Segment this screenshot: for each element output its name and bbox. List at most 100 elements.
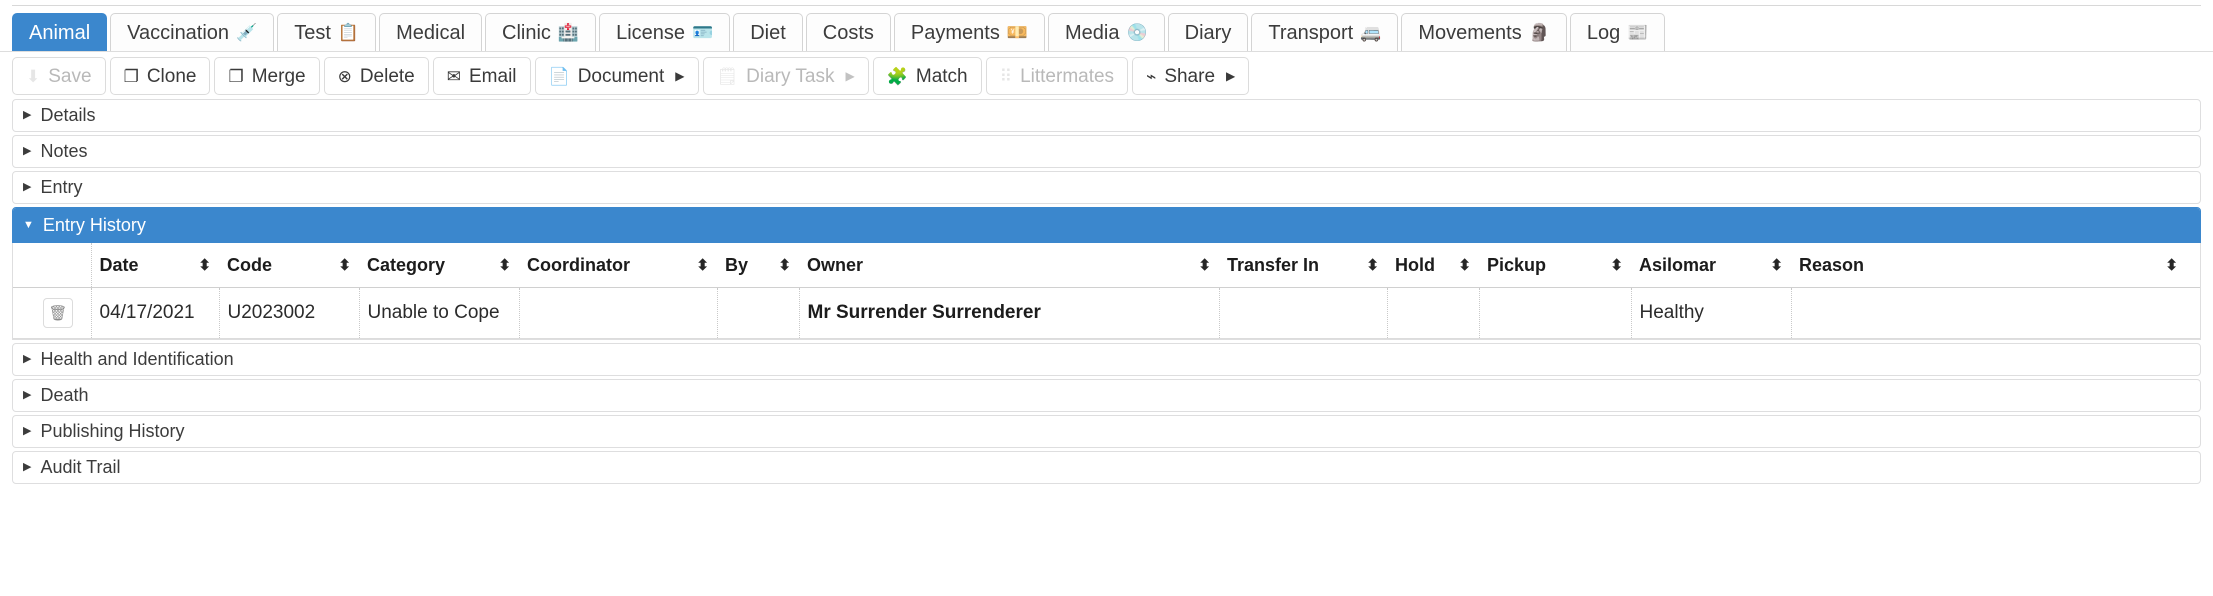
email-icon: ✉ xyxy=(446,66,461,86)
panel-header-audit-trail[interactable]: ▶ Audit Trail xyxy=(13,452,2200,483)
tab-costs[interactable]: Costs xyxy=(805,13,891,51)
table-header-hold[interactable]: Hold ⬍ xyxy=(1387,243,1479,288)
caret-right-icon: ▶ xyxy=(845,69,855,83)
littermates-icon: ⠿ xyxy=(999,66,1013,86)
tab-test[interactable]: Test 📋 xyxy=(277,13,377,51)
tab-clinic[interactable]: Clinic 🏥 xyxy=(485,13,597,51)
table-header-pickup[interactable]: Pickup ⬍ xyxy=(1479,243,1631,288)
tab-label: Vaccination xyxy=(127,21,230,44)
share-button[interactable]: ⌁ Share ▶ xyxy=(1132,57,1250,95)
table-row[interactable]: 🗑 04/17/2021 U2023002 Unable to Cope Mr Surr… xyxy=(13,287,2200,339)
match-button[interactable]: 🧩 Match xyxy=(872,57,982,95)
tab-animal[interactable]: Animal xyxy=(12,13,108,51)
tab-label: Clinic xyxy=(502,21,551,44)
tab-vaccination[interactable]: Vaccination 💉 xyxy=(110,13,275,51)
tab-payments[interactable]: Payments 💴 xyxy=(893,13,1046,51)
animal-record-page: Animal Vaccination 💉 Test 📋 Medical Clinic 🏥 Lic… xyxy=(0,0,2213,596)
collapsed-arrow-icon: ▶ xyxy=(23,109,32,121)
sort-toggle-icon[interactable]: ⬍ xyxy=(682,258,709,273)
table-header-code[interactable]: Code ⬍ xyxy=(219,243,359,288)
column-label: Pickup xyxy=(1487,255,1547,275)
column-label: Category xyxy=(367,255,446,275)
email-button[interactable]: ✉ Email xyxy=(432,57,531,95)
toolbar-button-label: Merge xyxy=(251,65,306,87)
panel-header-details[interactable]: ▶ Details xyxy=(13,100,2200,131)
tab-label: Media xyxy=(1065,21,1120,44)
panel-header-entry-history[interactable]: ▼ Entry History xyxy=(13,208,2200,242)
panel-audit-trail: ▶ Audit Trail xyxy=(12,451,2201,484)
sort-toggle-icon[interactable]: ⬍ xyxy=(184,258,211,273)
document-icon: 📄 xyxy=(548,66,570,86)
sort-toggle-icon[interactable]: ⬍ xyxy=(1184,258,1211,273)
monument-icon: 🗿 xyxy=(1528,23,1550,42)
merge-icon: ❐ xyxy=(228,66,244,86)
sort-toggle-icon[interactable]: ⬍ xyxy=(1444,258,1471,273)
expanded-arrow-icon: ▼ xyxy=(23,218,34,231)
sort-toggle-icon[interactable]: ⬍ xyxy=(764,258,791,273)
table-header-coordinator[interactable]: Coordinator ⬍ xyxy=(519,243,717,288)
table-header-select xyxy=(13,243,92,288)
table-header-transfer-in[interactable]: Transfer In ⬍ xyxy=(1219,243,1387,288)
match-icon: 🧩 xyxy=(886,66,908,86)
sort-toggle-icon[interactable]: ⬍ xyxy=(2151,258,2178,273)
diary-task-button: 🗒 Diary Task ▶ xyxy=(702,57,869,95)
tab-transport[interactable]: Transport 🚐 xyxy=(1251,13,1399,51)
table-header-by[interactable]: By ⬍ xyxy=(717,243,799,288)
collapsed-arrow-icon: ▶ xyxy=(23,145,32,157)
panel-health-and-identification: ▶ Health and Identification xyxy=(12,343,2201,376)
toolbar-button-label: Match xyxy=(915,65,968,87)
sort-toggle-icon[interactable]: ⬍ xyxy=(324,258,351,273)
sort-toggle-icon[interactable]: ⬍ xyxy=(1756,258,1783,273)
tab-diary[interactable]: Diary xyxy=(1167,13,1249,51)
panel-publishing-history: ▶ Publishing History xyxy=(12,415,2201,448)
collapsed-panels-top: ▶ Details ▶ Notes ▶ Entry xyxy=(12,99,2201,204)
entry-history-table: Date ⬍ Code ⬍ Category ⬍ Coordinator ⬍ By ⬍ Owner ⬍… xyxy=(13,243,2200,339)
table-header-asilomar[interactable]: Asilomar ⬍ xyxy=(1631,243,1791,288)
tab-medical[interactable]: Medical xyxy=(379,13,483,51)
merge-button[interactable]: ❐ Merge xyxy=(214,57,320,95)
panel-details: ▶ Details xyxy=(12,99,2201,132)
tab-label: Transport xyxy=(1268,21,1354,44)
delete-button[interactable]: ⊗ Delete xyxy=(323,57,429,95)
document-button[interactable]: 📄 Document ▶ xyxy=(534,57,699,95)
panel-entry: ▶ Entry xyxy=(12,171,2201,204)
tab-movements[interactable]: Movements 🗿 xyxy=(1401,13,1567,51)
collapsed-arrow-icon: ▶ xyxy=(23,181,32,193)
panel-title-details: Details xyxy=(40,105,96,125)
tab-media[interactable]: Media 💿 xyxy=(1048,13,1165,51)
panel-header-entry[interactable]: ▶ Entry xyxy=(13,172,2200,203)
tab-license[interactable]: License 🪪 xyxy=(599,13,731,51)
panel-header-publishing-history[interactable]: ▶ Publishing History xyxy=(13,416,2200,447)
caret-right-icon: ▶ xyxy=(675,69,685,83)
table-header-owner[interactable]: Owner ⬍ xyxy=(799,243,1219,288)
panel-title-health-and-identification: Health and Identification xyxy=(40,349,234,369)
cell-pickup xyxy=(1479,287,1632,339)
table-header-date[interactable]: Date ⬍ xyxy=(91,243,219,288)
panel-header-death[interactable]: ▶ Death xyxy=(13,380,2200,411)
delete-row-icon[interactable]: 🗑 xyxy=(43,298,73,328)
tab-diet[interactable]: Diet xyxy=(733,13,803,51)
sort-toggle-icon[interactable]: ⬍ xyxy=(484,258,511,273)
panel-header-health-and-identification[interactable]: ▶ Health and Identification xyxy=(13,344,2200,375)
tab-label: Animal xyxy=(29,21,91,44)
accordion-panels: ▶ Details ▶ Notes ▶ Entry ▼ Entry History Dat… xyxy=(0,99,2213,484)
diary-task-icon: 🗒 xyxy=(716,66,739,86)
tab-label: Costs xyxy=(822,21,874,44)
disc-icon: 💿 xyxy=(1126,23,1148,42)
clone-button[interactable]: ❐ Clone xyxy=(109,57,211,95)
toolbar-button-label: Clone xyxy=(146,65,197,87)
cell-hold xyxy=(1387,287,1480,339)
sort-toggle-icon[interactable]: ⬍ xyxy=(1352,258,1379,273)
tab-label: Payments xyxy=(910,21,1000,44)
sort-toggle-icon[interactable]: ⬍ xyxy=(1596,258,1623,273)
caret-right-icon: ▶ xyxy=(1226,69,1236,83)
tab-log[interactable]: Log 📰 xyxy=(1569,13,1666,51)
column-label: Code xyxy=(227,255,272,275)
cell-owner: Mr Surrender Surrenderer xyxy=(799,287,1220,339)
table-header-reason[interactable]: Reason ⬍ xyxy=(1791,243,2186,288)
table-header-category[interactable]: Category ⬍ xyxy=(359,243,519,288)
save-button: ⬇ Save xyxy=(12,57,106,95)
column-label: Asilomar xyxy=(1639,255,1717,275)
tab-label: Diary xyxy=(1184,21,1232,44)
panel-header-notes[interactable]: ▶ Notes xyxy=(13,136,2200,167)
